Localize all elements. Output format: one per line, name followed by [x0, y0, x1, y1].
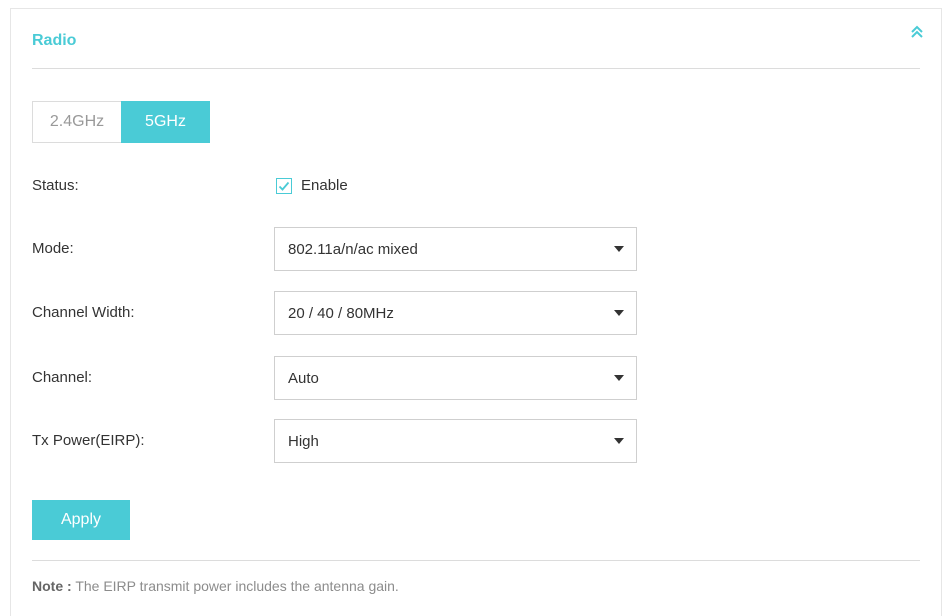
enable-checkbox-label: Enable: [301, 177, 348, 194]
mode-select[interactable]: 802.11a/n/ac mixed: [274, 227, 637, 271]
channel-select-value: Auto: [288, 369, 319, 387]
tx-power-label: Tx Power(EIRP):: [32, 432, 145, 449]
channel-width-label: Channel Width:: [32, 304, 135, 321]
tab-2-4ghz[interactable]: 2.4GHz: [32, 101, 121, 143]
note-prefix: Note :: [32, 578, 72, 594]
mode-select-value: 802.11a/n/ac mixed: [288, 240, 418, 258]
tx-power-select-value: High: [288, 432, 319, 450]
channel-select[interactable]: Auto: [274, 356, 637, 400]
footer-divider: [32, 560, 920, 561]
double-chevron-up-icon[interactable]: [909, 23, 925, 41]
caret-down-icon: [614, 246, 624, 252]
radio-panel: Radio 2.4GHz 5GHz Status: Enable Mode: 8…: [10, 8, 942, 616]
channel-width-select[interactable]: 20 / 40 / 80MHz: [274, 291, 637, 335]
checkmark-icon: [278, 181, 290, 191]
caret-down-icon: [614, 310, 624, 316]
mode-label: Mode:: [32, 240, 74, 257]
note-text: The EIRP transmit power includes the ant…: [75, 578, 399, 594]
channel-width-select-value: 20 / 40 / 80MHz: [288, 304, 394, 322]
enable-checkbox[interactable]: [276, 177, 292, 194]
note: Note : The EIRP transmit power includes …: [32, 578, 399, 594]
caret-down-icon: [614, 438, 624, 444]
band-tabs: 2.4GHz 5GHz: [32, 101, 210, 143]
tx-power-select[interactable]: High: [274, 419, 637, 463]
enable-checkbox-control[interactable]: Enable: [276, 177, 348, 194]
channel-label: Channel:: [32, 369, 93, 386]
panel-header: Radio: [11, 9, 941, 67]
status-label: Status:: [32, 177, 79, 194]
section-title: Radio: [32, 32, 77, 49]
apply-button[interactable]: Apply: [32, 500, 130, 540]
caret-down-icon: [614, 375, 624, 381]
header-divider: [32, 68, 920, 69]
tab-5ghz[interactable]: 5GHz: [121, 101, 210, 143]
